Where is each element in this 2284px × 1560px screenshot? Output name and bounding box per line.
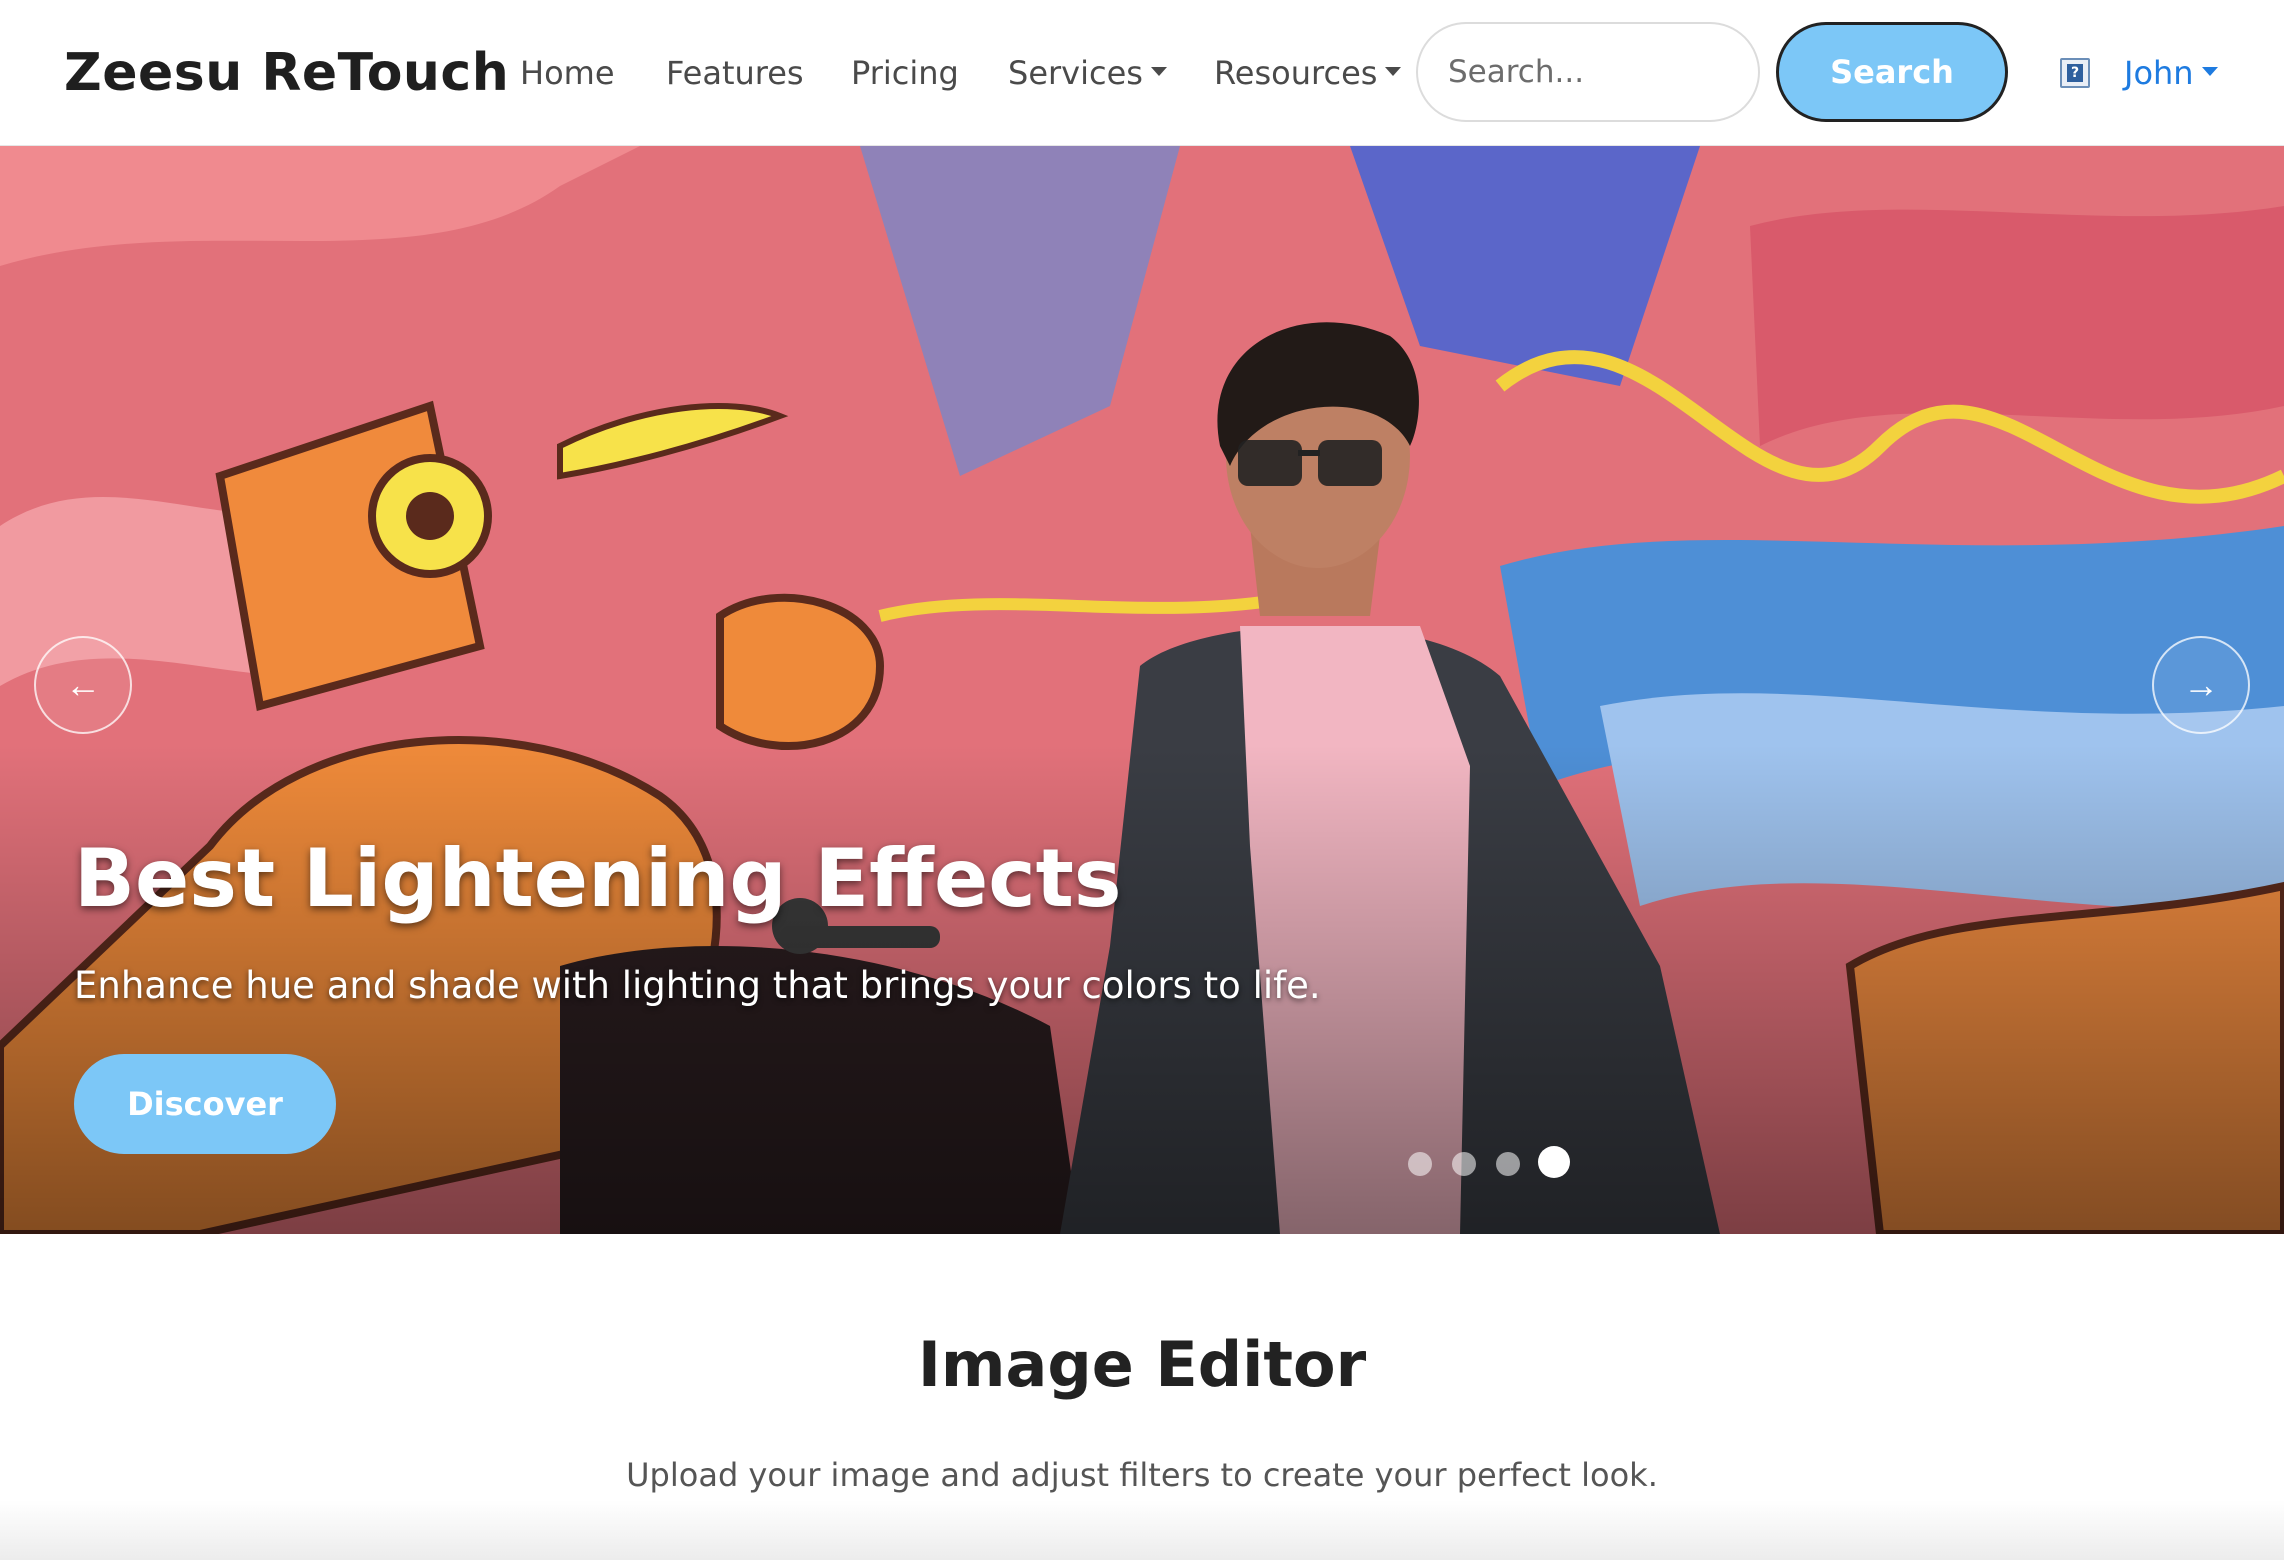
nav-link-label: Home [520,54,615,92]
nav-link-home[interactable]: Home [520,46,615,100]
nav-link-pricing[interactable]: Pricing [851,46,959,100]
user-name: John [2124,54,2194,92]
brand-logo[interactable]: Zeesu ReTouch [64,40,509,106]
nav-link-label: Resources [1214,54,1378,92]
caret-down-icon [2201,66,2218,76]
carousel-prev-button[interactable]: ← [34,636,132,734]
carousel-next-button[interactable]: → [2152,636,2250,734]
hero-title: Best Lightening Effects [74,832,1122,925]
nav-dropdown-services[interactable]: Services [1008,46,1167,100]
arrow-right-icon: → [2183,664,2219,705]
section-title: Image Editor [917,1328,1367,1401]
section-divider [0,1500,2284,1560]
question-icon[interactable]: ? [2060,58,2090,88]
discover-button[interactable]: Discover [74,1054,336,1154]
carousel-indicator[interactable] [1452,1152,1476,1176]
nav-dropdown-resources[interactable]: Resources [1214,46,1402,100]
search-button[interactable]: Search [1776,22,2008,122]
hero-background-image [0,146,2284,1234]
carousel-indicator[interactable] [1496,1152,1520,1176]
caret-down-icon [1150,66,1167,76]
carousel-indicator[interactable] [1408,1152,1432,1176]
nav-link-label: Features [666,54,804,92]
section-subtitle: Upload your image and adjust filters to … [626,1456,1658,1494]
hero-description: Enhance hue and shade with lighting that… [74,964,1321,1007]
user-menu-dropdown[interactable]: John [2124,46,2218,100]
nav-link-features[interactable]: Features [666,46,804,100]
nav-link-label: Pricing [851,54,959,92]
caret-down-icon [1385,66,1402,76]
arrow-left-icon: ← [65,664,101,705]
nav-link-label: Services [1008,54,1143,92]
top-navbar: Zeesu ReTouch Home Features Pricing Serv… [0,0,2284,146]
hero-carousel: ← → Best Lightening Effects Enhance hue … [0,146,2284,1234]
search-input[interactable] [1416,22,1760,122]
carousel-indicator-active[interactable] [1538,1146,1570,1178]
